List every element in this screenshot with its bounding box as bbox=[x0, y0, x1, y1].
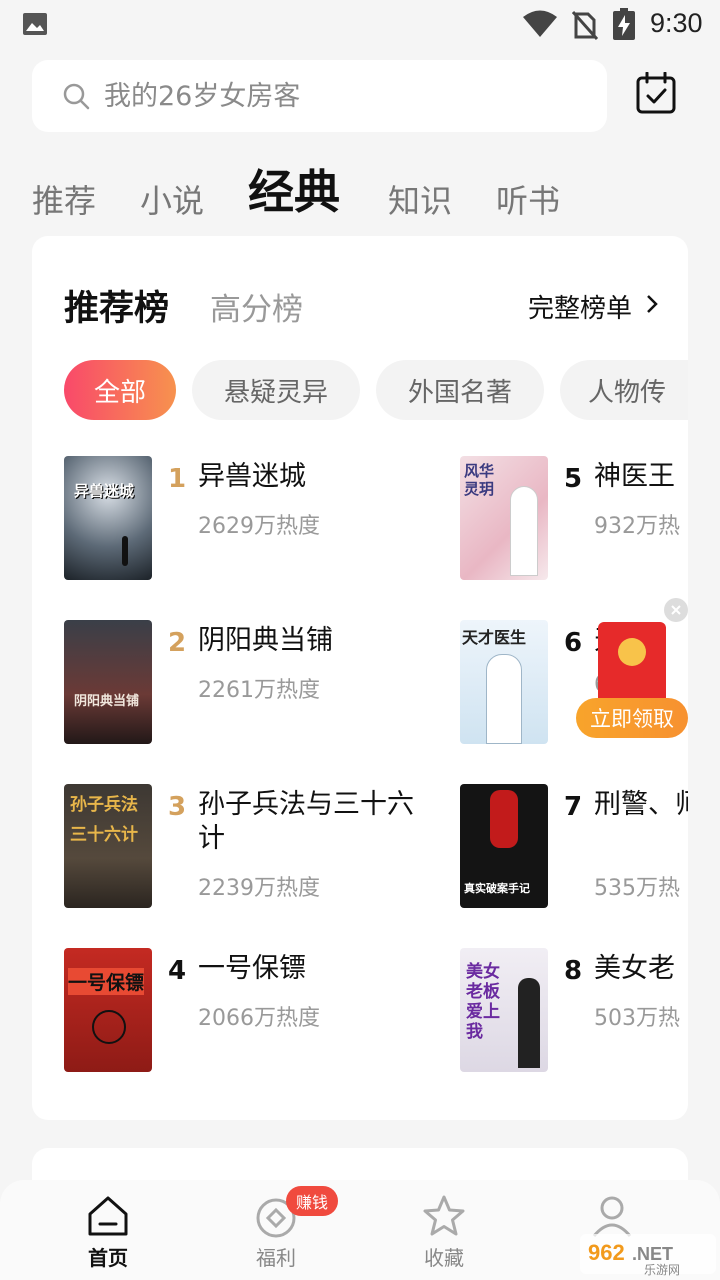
book-cover: 孙子兵法 三十六计 bbox=[64, 784, 152, 908]
list-item[interactable]: 美女老板爱上我 8 美女老 503万热 bbox=[460, 948, 688, 1078]
rank-number: 7 bbox=[564, 792, 583, 822]
rank-number: 2 bbox=[168, 628, 187, 658]
photo-icon bbox=[23, 13, 47, 35]
book-title: 异兽迷城 bbox=[198, 461, 306, 492]
book-heat: 2629万热度 bbox=[198, 514, 320, 539]
ranking-tab-recommend[interactable]: 推荐榜 bbox=[64, 280, 169, 331]
list-item[interactable]: 一号保镖 4 一号保镖 2066万热度 bbox=[64, 948, 404, 1078]
full-list-link[interactable]: 完整榜单 bbox=[528, 288, 632, 325]
list-item[interactable]: 阴阳典当铺 2 阴阳典当铺 2261万热度 bbox=[64, 620, 404, 750]
home-icon bbox=[88, 1196, 128, 1236]
book-heat: 932万热 bbox=[594, 514, 680, 539]
rank-number: 6 bbox=[564, 628, 583, 658]
book-cover: 真实破案手记 bbox=[460, 784, 548, 908]
book-heat: 535万热 bbox=[594, 876, 680, 901]
chip-all[interactable]: 全部 bbox=[64, 360, 176, 420]
rank-number: 3 bbox=[168, 792, 187, 822]
star-icon bbox=[423, 1195, 465, 1236]
rank-number: 4 bbox=[168, 956, 187, 986]
watermark-logo: 962 .NET 乐游网 bbox=[580, 1234, 716, 1277]
ranking-tab-high-score[interactable]: 高分榜 bbox=[210, 284, 303, 329]
calendar-check-icon[interactable] bbox=[636, 72, 676, 114]
book-heat: 2239万热度 bbox=[198, 876, 320, 901]
earn-badge: 赚钱 bbox=[286, 1186, 338, 1216]
chip-foreign-classics[interactable]: 外国名著 bbox=[376, 360, 544, 420]
chip-suspense[interactable]: 悬疑灵异 bbox=[192, 360, 360, 420]
search-bar[interactable] bbox=[32, 60, 607, 132]
list-item[interactable]: 孙子兵法 三十六计 3 孙子兵法与三十六计 2239万热度 bbox=[64, 784, 414, 914]
rank-number: 1 bbox=[168, 464, 187, 494]
book-title: 神医王 bbox=[594, 461, 675, 492]
nav-favorites[interactable]: 收藏 bbox=[384, 1180, 504, 1280]
list-item[interactable]: 风华灵玥 5 神医王 932万热 bbox=[460, 456, 688, 586]
wifi-icon bbox=[523, 10, 557, 37]
battery-charging-icon bbox=[613, 8, 635, 40]
chip-biography[interactable]: 人物传 bbox=[560, 360, 688, 420]
book-heat: 503万热 bbox=[594, 1006, 680, 1031]
book-cover: 异兽迷城 bbox=[64, 456, 152, 580]
ranking-card: 推荐榜 高分榜 完整榜单 全部 悬疑灵异 外国名著 人物传 异兽迷城 1 异兽迷… bbox=[32, 236, 688, 1120]
book-title: 一号保镖 bbox=[198, 953, 306, 984]
red-envelope-icon[interactable] bbox=[598, 622, 666, 708]
book-title: 美女老 bbox=[594, 953, 675, 984]
list-item[interactable]: 异兽迷城 1 异兽迷城 2629万热度 bbox=[64, 456, 404, 586]
book-title: 孙子兵法与三十六计 bbox=[198, 789, 414, 854]
tab-knowledge[interactable]: 知识 bbox=[388, 176, 452, 222]
no-sim-icon bbox=[572, 11, 598, 40]
clock-time: 9:30 bbox=[650, 8, 703, 38]
book-title: 阴阳典当铺 bbox=[198, 625, 333, 656]
search-input[interactable] bbox=[104, 60, 584, 132]
book-cover: 美女老板爱上我 bbox=[460, 948, 548, 1072]
nav-home[interactable]: 首页 bbox=[48, 1180, 168, 1280]
claim-now-button[interactable]: 立即领取 bbox=[576, 698, 688, 738]
book-cover: 天才医生 bbox=[460, 620, 548, 744]
book-heat: 2066万热度 bbox=[198, 1006, 320, 1031]
rank-number: 8 bbox=[564, 956, 583, 986]
svg-text:乐游网: 乐游网 bbox=[644, 1263, 680, 1277]
book-cover: 阴阳典当铺 bbox=[64, 620, 152, 744]
book-title: 刑警、师、侧 bbox=[594, 789, 688, 820]
book-cover: 风华灵玥 bbox=[460, 456, 548, 580]
tab-classic[interactable]: 经典 bbox=[248, 156, 340, 222]
tab-audiobook[interactable]: 听书 bbox=[496, 176, 560, 222]
search-icon bbox=[63, 83, 90, 110]
tab-recommend[interactable]: 推荐 bbox=[32, 176, 96, 222]
promo-close-icon[interactable] bbox=[664, 598, 688, 622]
svg-text:.NET: .NET bbox=[632, 1244, 673, 1264]
book-cover: 一号保镖 bbox=[64, 948, 152, 1072]
chevron-right-icon bbox=[647, 295, 658, 313]
book-heat: 2261万热度 bbox=[198, 678, 320, 703]
rank-number: 5 bbox=[564, 464, 583, 494]
list-item[interactable]: 真实破案手记 7 刑警、师、侧 535万热 bbox=[460, 784, 688, 914]
tab-novel[interactable]: 小说 bbox=[140, 176, 204, 222]
status-bar: 9:30 bbox=[0, 0, 720, 52]
svg-text:962: 962 bbox=[588, 1240, 625, 1265]
